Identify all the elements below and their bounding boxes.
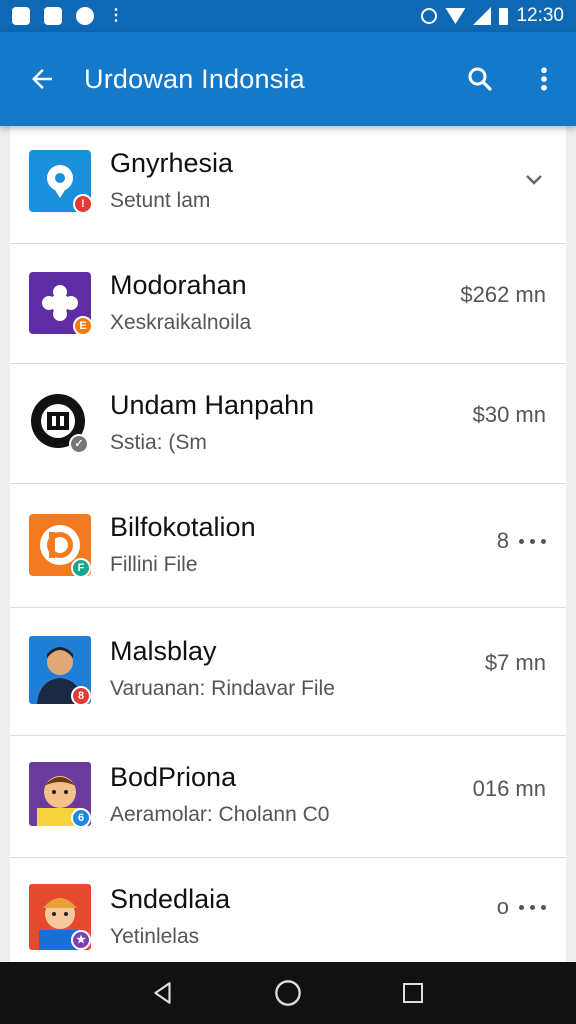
upload-icon: [12, 7, 30, 25]
page-title: Urdowan Indonsia: [84, 63, 305, 94]
system-nav-bar: [0, 962, 576, 1024]
back-triangle-icon: [153, 982, 171, 1004]
item-value: $30 mn: [472, 402, 546, 427]
more-dots-icon: ⋮: [108, 7, 124, 24]
nav-home-button[interactable]: [258, 968, 318, 1018]
status-badge: !: [73, 194, 93, 214]
back-button[interactable]: [0, 32, 84, 126]
alarm-icon: [421, 8, 438, 24]
signal-icon: [473, 7, 492, 25]
search-button[interactable]: [448, 32, 512, 126]
item-value: 016 mn: [472, 776, 546, 801]
item-name: Modorahan: [110, 270, 247, 300]
image-icon: [44, 7, 62, 25]
list-item[interactable]: E Modorahan Xeskraikalnoila $262 mn: [10, 244, 566, 364]
status-badge: 8: [71, 686, 91, 706]
item-value: 8: [496, 528, 509, 553]
item-subtitle: Varuanan: Rindavar File: [110, 677, 335, 700]
item-subtitle: Sstia: (Sm: [110, 431, 207, 454]
nav-back-button[interactable]: [133, 968, 193, 1018]
wifi-icon: [445, 8, 466, 24]
search-icon: [468, 67, 492, 91]
verified-badge: ✓: [69, 434, 89, 454]
item-name: BodPriona: [110, 762, 237, 792]
status-badge: ★: [71, 930, 91, 950]
more-horizontal-icon[interactable]: [519, 538, 546, 544]
avatar: E: [29, 272, 93, 336]
battery-icon: [499, 7, 509, 25]
item-value: $7 mn: [484, 650, 546, 675]
home-circle-icon: [275, 980, 301, 1006]
sync-icon: [76, 7, 94, 25]
list-item[interactable]: 6 BodPriona Aeramolar: Cholann C0 016 mn: [10, 736, 566, 858]
recents-square-icon: [403, 983, 424, 1003]
avatar: F: [29, 514, 91, 578]
avatar: ✓: [29, 392, 91, 454]
item-meta: $262 mn: [460, 282, 546, 308]
item-name: Bilfokotalion: [110, 512, 256, 542]
item-subtitle: Fillini File: [110, 553, 198, 576]
item-meta: $7 mn: [485, 650, 546, 676]
item-subtitle: Yetinlelas: [110, 925, 200, 948]
item-meta: o: [497, 894, 546, 920]
expand-button[interactable]: [522, 168, 546, 192]
item-value: $262 mn: [460, 282, 546, 307]
item-name: Malsblay: [110, 636, 217, 666]
item-meta: 8: [497, 528, 546, 554]
chevron-down-icon: [526, 175, 542, 185]
list-item[interactable]: F Bilfokotalion Fillini File 8: [10, 484, 566, 608]
more-horizontal-icon[interactable]: [519, 904, 546, 910]
arrow-back-icon: [32, 69, 52, 89]
item-list: ! Gnyrhesia Setunt lam E Modorahan Xeskr…: [10, 126, 566, 962]
status-bar: ⋮ 12:30: [0, 0, 576, 32]
avatar: !: [29, 150, 93, 214]
item-subtitle: Setunt lam: [110, 189, 211, 212]
list-item[interactable]: ! Gnyrhesia Setunt lam: [10, 126, 566, 244]
overflow-menu-button[interactable]: [512, 32, 576, 126]
list-item[interactable]: ★ Sndedlaia Yetinlelas o: [10, 858, 566, 962]
item-value: o: [496, 894, 509, 919]
nav-recents-button[interactable]: [383, 968, 443, 1018]
avatar: ★: [29, 884, 91, 950]
avatar: 6: [29, 762, 91, 828]
avatar: 8: [29, 636, 91, 706]
item-name: Sndedlaia: [110, 884, 231, 914]
status-badge: 6: [71, 808, 91, 828]
status-time: 12:30: [516, 5, 564, 26]
list-item[interactable]: 8 Malsblay Varuanan: Rindavar File $7 mn: [10, 608, 566, 736]
item-name: Undam Hanpahn: [110, 390, 315, 420]
item-subtitle: Xeskraikalnoila: [110, 311, 252, 334]
list-item[interactable]: ✓ Undam Hanpahn Sstia: (Sm $30 mn: [10, 364, 566, 484]
item-subtitle: Aeramolar: Cholann C0: [110, 803, 330, 826]
app-bar: Urdowan Indonsia: [0, 32, 576, 126]
item-meta: $30 mn: [473, 402, 546, 428]
overflow-menu-icon: [541, 67, 547, 91]
status-badge: F: [71, 558, 91, 578]
item-meta: 016 mn: [473, 776, 546, 802]
status-badge: E: [73, 316, 93, 336]
item-name: Gnyrhesia: [110, 148, 234, 178]
